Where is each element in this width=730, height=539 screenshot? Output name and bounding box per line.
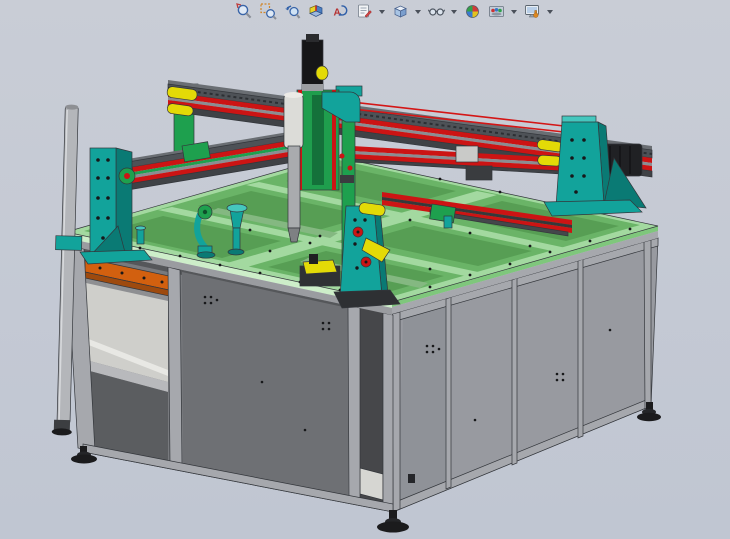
hide-show-items-button[interactable]: [426, 2, 446, 22]
view-settings-icon: [524, 3, 541, 20]
hide-show-items-dropdown-arrow-icon[interactable]: [451, 10, 457, 14]
zoom-to-area-icon: [260, 3, 277, 20]
heads-up-view-toolbar: A: [234, 1, 554, 22]
z-stepper-motor[interactable]: [302, 34, 323, 91]
section-view-button[interactable]: [306, 2, 326, 22]
cad-viewport[interactable]: A: [0, 0, 730, 539]
view-orientation-dropdown-arrow-icon[interactable]: [379, 10, 385, 14]
zoom-to-area-button[interactable]: [258, 2, 278, 22]
previous-view-button[interactable]: [282, 2, 302, 22]
apply-scene-button[interactable]: [486, 2, 506, 22]
edit-appearance-icon: [464, 3, 481, 20]
hide-show-items-icon: [428, 3, 445, 20]
previous-view-icon: [284, 3, 301, 20]
apply-scene-dropdown-arrow-icon[interactable]: [511, 10, 517, 14]
display-style-button[interactable]: [390, 2, 410, 22]
dynamic-annotation-views-icon: A: [332, 3, 349, 20]
machine-3d-model[interactable]: [0, 0, 730, 539]
apply-scene-icon: [488, 3, 505, 20]
view-settings-dropdown-arrow-icon[interactable]: [547, 10, 553, 14]
dynamic-annotation-views-button[interactable]: A: [330, 2, 350, 22]
view-settings-button[interactable]: [522, 2, 542, 22]
zoom-to-fit-button[interactable]: [234, 2, 254, 22]
zoom-to-fit-icon: [236, 3, 253, 20]
display-style-dropdown-arrow-icon[interactable]: [415, 10, 421, 14]
section-view-icon: [308, 3, 325, 20]
view-orientation-icon: [356, 3, 373, 20]
view-orientation-button[interactable]: [354, 2, 374, 22]
svg-text:A: A: [333, 8, 340, 19]
edit-appearance-button[interactable]: [462, 2, 482, 22]
display-style-icon: [392, 3, 409, 20]
